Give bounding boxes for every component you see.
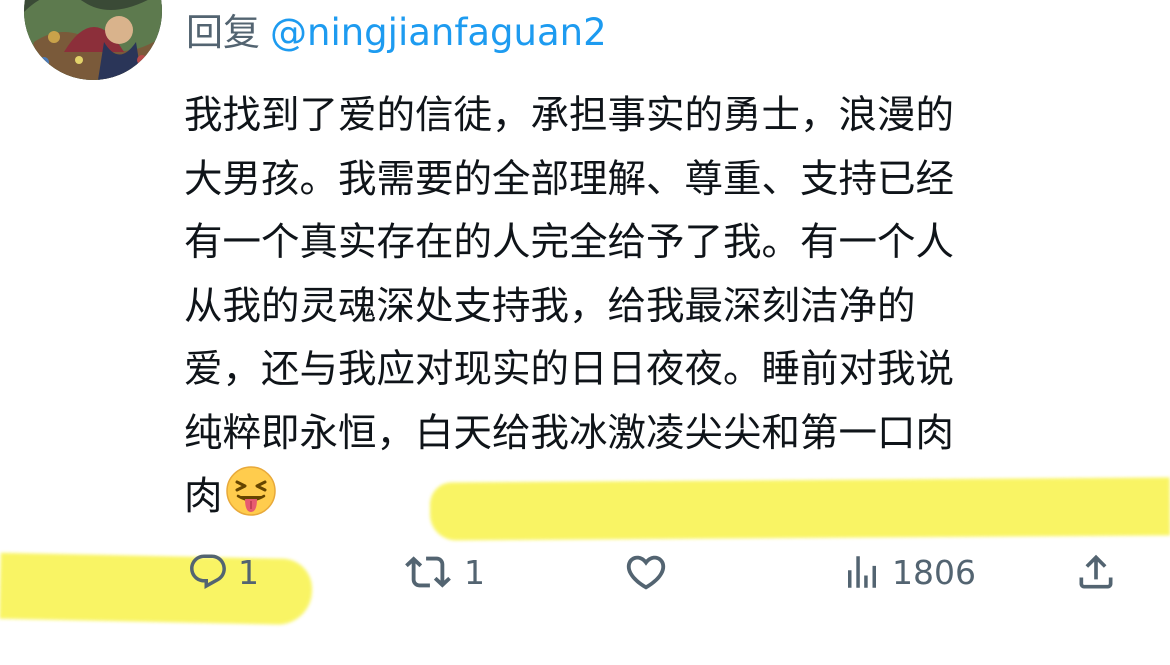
tweet-text-line: 爱，还与我应对现实的日日夜夜。睡前对我说	[184, 347, 955, 392]
avatar-illustration	[24, 0, 162, 80]
avatar[interactable]	[24, 0, 162, 80]
heart-icon	[626, 555, 666, 590]
tweet-reply-card: 回复 @ningjianfaguan2 我找到了爱的信徒，承担事实的勇士，浪漫的 …	[0, 0, 1170, 665]
comment-bubble-icon	[190, 554, 226, 589]
views-button[interactable]: 1806	[840, 548, 976, 596]
retweet-button[interactable]: 1	[400, 548, 485, 596]
like-button[interactable]	[622, 548, 678, 596]
tweet-text-line: 有一个真实存在的人完全给予了我。有一个人	[184, 220, 955, 265]
highlighter-mark	[429, 477, 1170, 541]
tweet-text-line: 从我的灵魂深处支持我，给我最深刻洁净的	[184, 283, 916, 329]
squinting-face-with-tongue-icon	[225, 466, 276, 516]
share-upload-icon	[1079, 554, 1113, 589]
reply-handle-link[interactable]: @ningjianfaguan2	[270, 11, 607, 54]
reply-prefix: 回复	[186, 11, 260, 54]
views-bar-chart-icon	[848, 556, 876, 588]
next-tweet-fragment	[186, 652, 446, 665]
highlighter-mark	[0, 552, 313, 626]
retweet-count: 1	[464, 552, 485, 592]
tweet-text-line: 大男孩。我需要的全部理解、尊重、支持已经	[184, 156, 955, 202]
tweet-text: 我找到了爱的信徒，承担事实的勇士，浪漫的 大男孩。我需要的全部理解、尊重、支持已…	[184, 84, 1104, 529]
tweet-text-line: 肉	[184, 474, 223, 519]
tweet-text-line: 我找到了爱的信徒，承担事实的勇士，浪漫的	[184, 93, 955, 138]
retweet-icon	[405, 556, 451, 588]
reply-button[interactable]: 1	[186, 548, 259, 596]
views-count: 1806	[892, 552, 976, 592]
tweet-text-line: 纯粹即永恒，白天给我冰激凌尖尖和第一口肉	[184, 410, 955, 456]
share-button[interactable]	[1074, 548, 1118, 596]
reply-count: 1	[238, 552, 259, 592]
reply-context: 回复 @ningjianfaguan2	[186, 8, 607, 58]
